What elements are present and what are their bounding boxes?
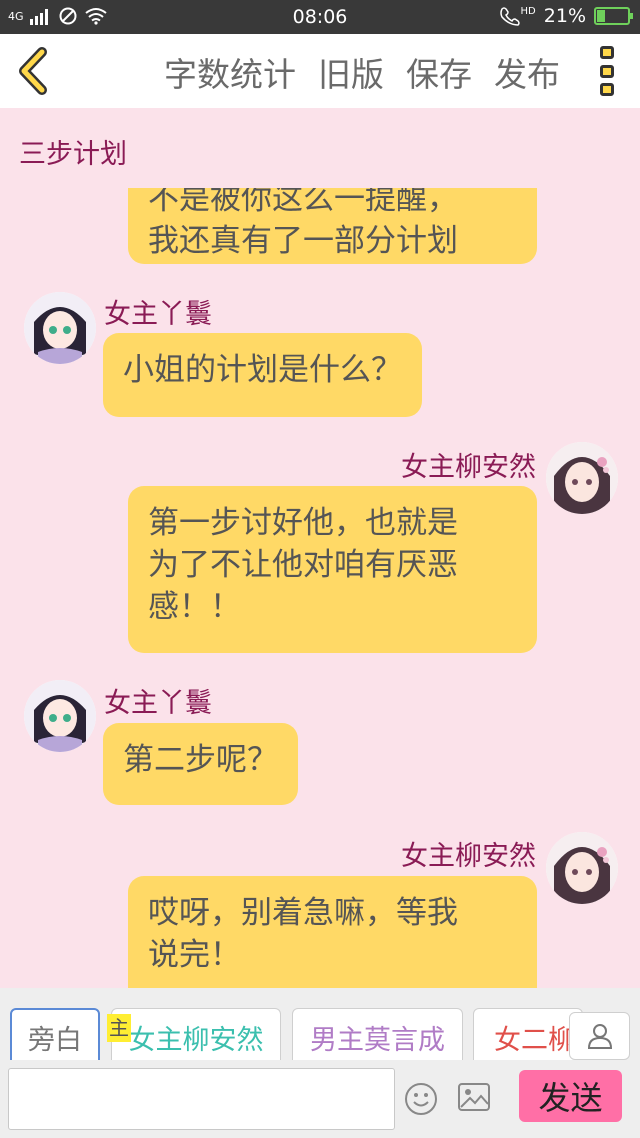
image-icon[interactable]	[457, 1082, 491, 1112]
avatar-maid-image	[24, 292, 96, 364]
message-input[interactable]	[8, 1068, 395, 1130]
top-toolbar: 字数统计 旧版 保存 发布	[0, 34, 640, 108]
role-second-female[interactable]: 女二柳	[473, 1008, 583, 1066]
call-icon	[499, 7, 520, 26]
more-menu-icon[interactable]	[598, 46, 616, 96]
role-narration[interactable]: 旁白	[10, 1008, 100, 1066]
avatar-heroine-image	[546, 832, 618, 904]
send-button[interactable]: 发送	[519, 1070, 622, 1122]
person-icon	[587, 1024, 612, 1049]
message-bubble[interactable]: 小姐的计划是什么？	[103, 333, 422, 417]
back-arrow-icon[interactable]	[14, 46, 54, 96]
word-count-button[interactable]: 字数统计	[164, 48, 296, 96]
input-row: 发送	[0, 1060, 640, 1138]
old-version-button[interactable]: 旧版	[318, 48, 384, 96]
speaker-name: 女主柳安然	[401, 841, 536, 872]
avatar-heroine[interactable]	[546, 442, 618, 514]
more-dot	[600, 64, 614, 78]
battery-icon	[594, 7, 633, 25]
battery-percent: 21%	[543, 5, 586, 27]
status-bar: 4G 08:06 HD 21%	[0, 0, 640, 34]
avatar-maid[interactable]	[24, 292, 96, 364]
message-bubble[interactable]: 第二步呢？	[103, 723, 298, 805]
avatar-maid-image	[24, 680, 96, 752]
more-dot	[600, 46, 614, 59]
status-right: HD 21%	[499, 5, 633, 27]
avatar-heroine[interactable]	[546, 832, 618, 904]
hd-label: HD	[520, 5, 536, 17]
speaker-name: 女主柳安然	[401, 452, 536, 483]
avatar-heroine-image	[546, 442, 618, 514]
publish-button[interactable]: 发布	[494, 48, 560, 96]
save-button[interactable]: 保存	[406, 48, 472, 96]
message-bubble[interactable]: 哎呀，别着急嘛，等我 说完！	[128, 876, 537, 988]
role-marker-badge: 主	[107, 1014, 131, 1042]
message-bubble[interactable]: 不是被你这么一提醒， 我还真有了一部分计划	[128, 188, 537, 264]
toolbar-actions: 字数统计 旧版 保存 发布	[164, 48, 560, 96]
emoji-icon[interactable]	[404, 1082, 438, 1116]
add-role-button[interactable]	[569, 1012, 630, 1060]
role-selector: 旁白 女主柳安然 男主莫言成 女二柳	[0, 988, 640, 1068]
chapter-title: 三步计划	[19, 139, 127, 170]
message-bubble[interactable]: 第一步讨好他，也就是 为了不让他对咱有厌恶 感！！	[128, 486, 537, 653]
role-heroine[interactable]: 女主柳安然	[111, 1008, 281, 1066]
more-dot	[600, 83, 614, 96]
speaker-name: 女主丫鬟	[104, 688, 212, 719]
speaker-name: 女主丫鬟	[104, 299, 212, 330]
avatar-maid[interactable]	[24, 680, 96, 752]
chat-area[interactable]: 不是被你这么一提醒， 我还真有了一部分计划 女主丫鬟 小姐的计划是什么？ 女主柳…	[0, 188, 640, 988]
role-hero[interactable]: 男主莫言成	[292, 1008, 463, 1066]
